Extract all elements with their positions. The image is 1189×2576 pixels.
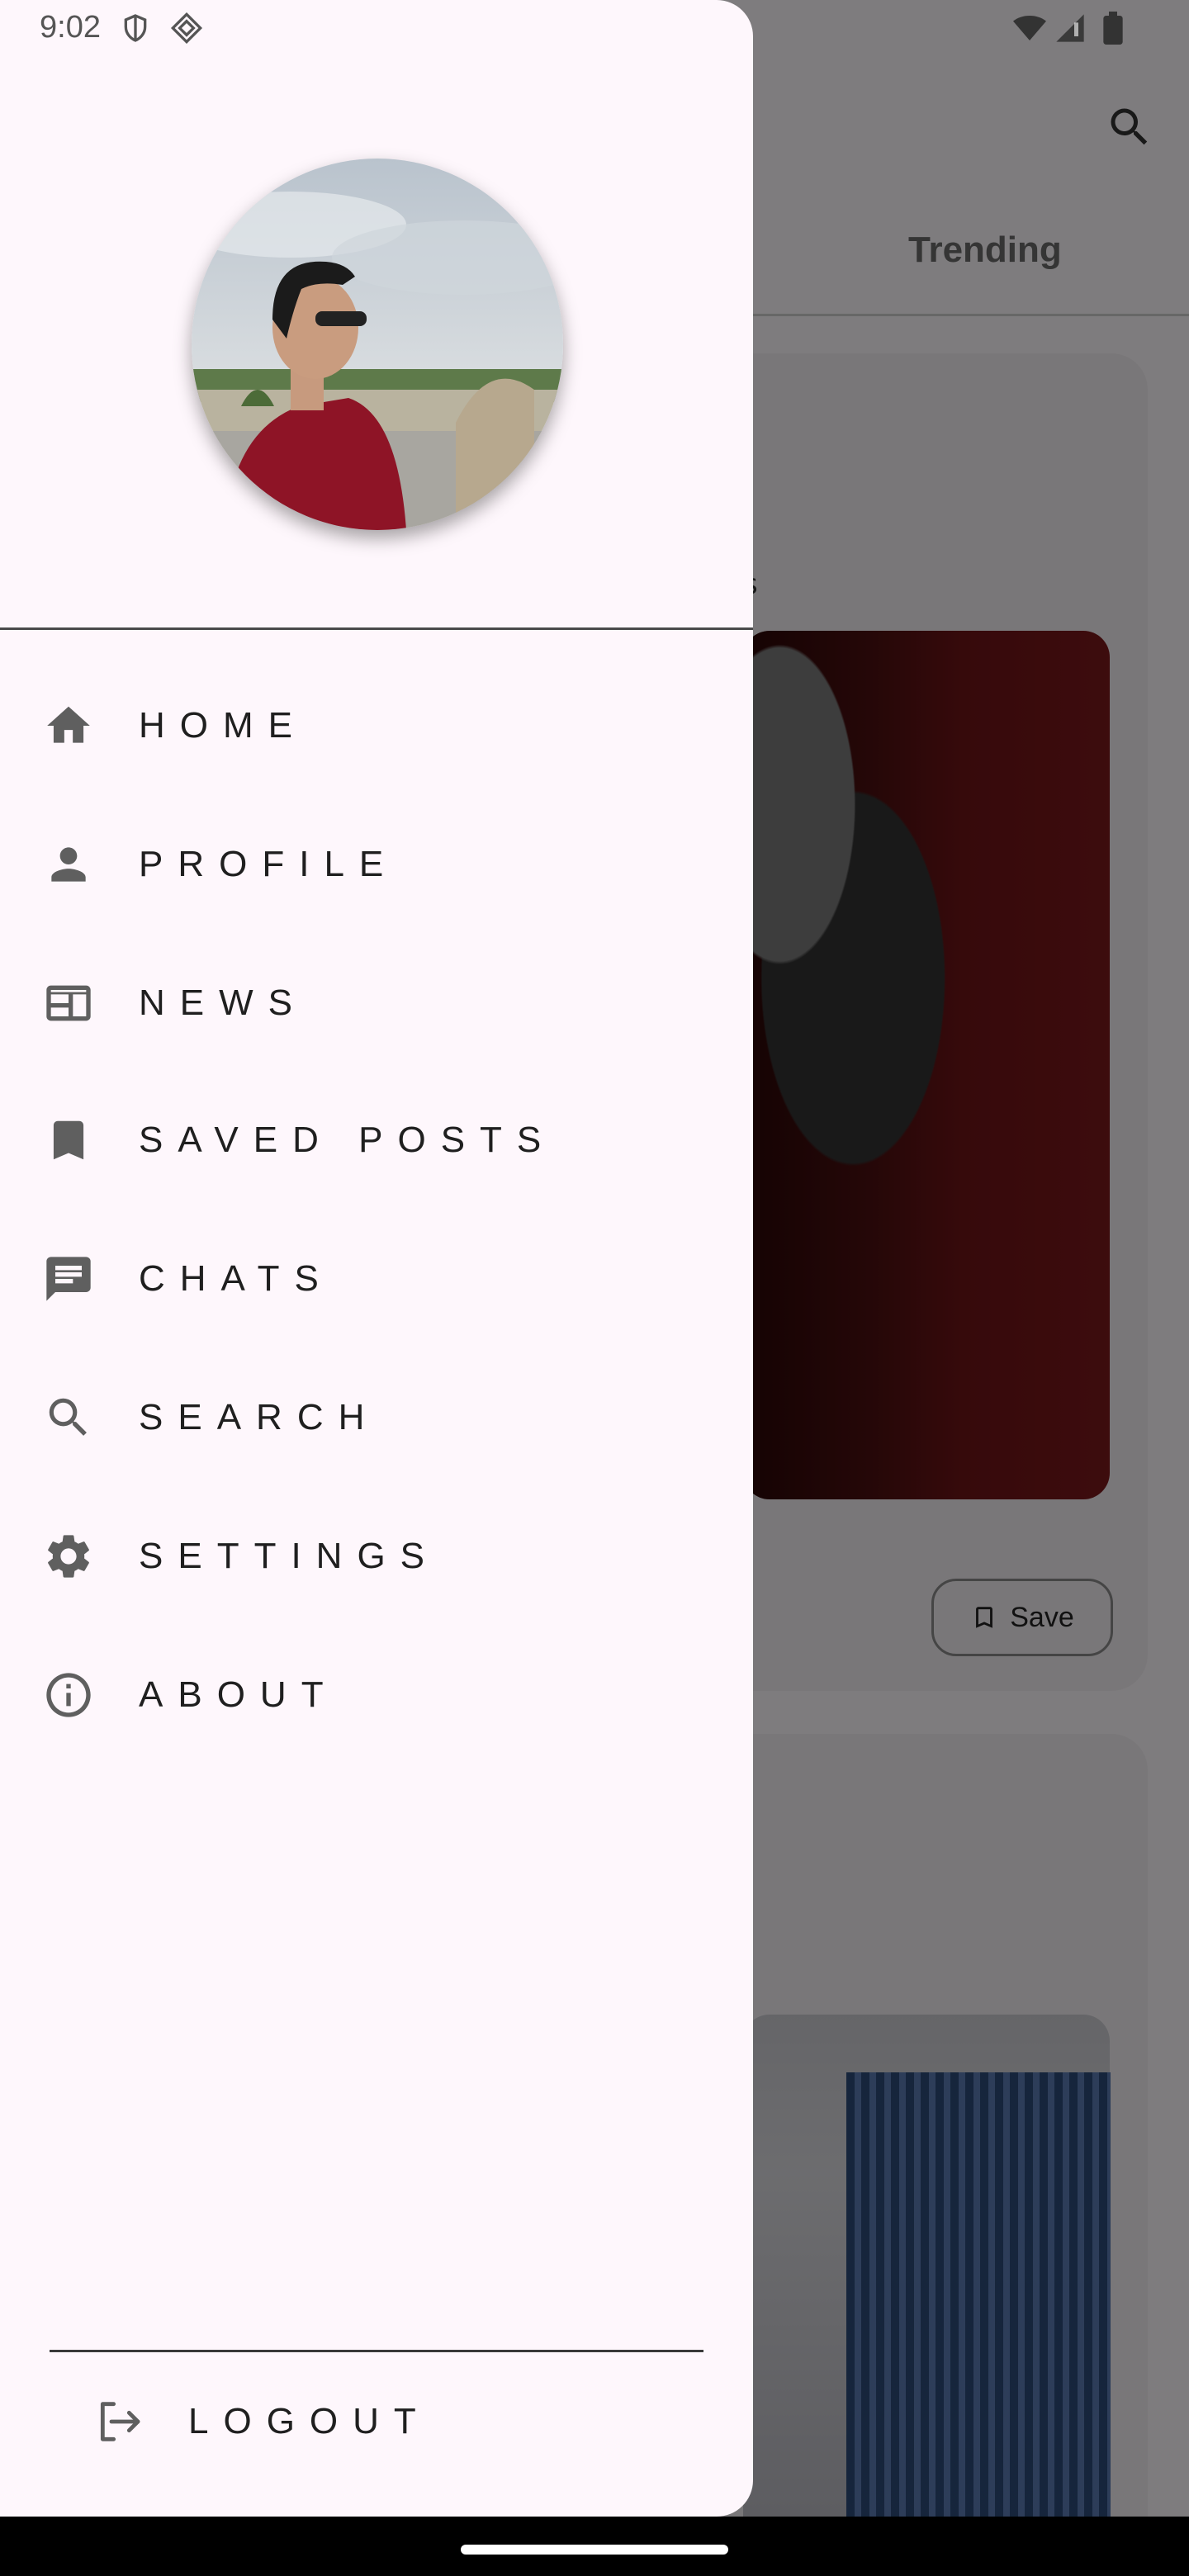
diamond-icon	[170, 12, 203, 48]
drawer-item-label: SEARCH	[139, 1397, 380, 1437]
drawer-item-settings[interactable]: SETTINGS	[0, 1494, 753, 1618]
header-divider	[0, 627, 753, 630]
logout-divider	[50, 2350, 703, 2352]
avatar[interactable]	[192, 159, 563, 530]
drawer-item-label: CHATS	[139, 1258, 334, 1299]
logout-label: LOGOUT	[188, 2401, 431, 2441]
bookmark-icon	[40, 1111, 97, 1169]
drawer-item-home[interactable]: HOME	[0, 664, 753, 788]
drawer-item-label: SETTINGS	[139, 1536, 440, 1576]
drawer-item-news[interactable]: NEWS	[0, 941, 753, 1065]
home-icon	[40, 697, 97, 755]
chat-icon	[40, 1250, 97, 1308]
drawer-item-label: NEWS	[139, 983, 307, 1023]
drawer-item-label: PROFILE	[139, 844, 399, 884]
drawer-item-saved-posts[interactable]: SAVED POSTS	[0, 1078, 753, 1202]
drawer-item-label: HOME	[139, 705, 307, 746]
status-bar: 9:02	[0, 0, 1189, 59]
drawer-item-profile[interactable]: PROFILE	[0, 803, 753, 926]
battery-icon	[1101, 12, 1125, 48]
shield-icon	[119, 12, 152, 48]
drawer-header	[0, 0, 753, 630]
logout-button[interactable]: LOGOUT	[0, 2360, 753, 2484]
signal-icon	[1054, 12, 1087, 48]
drawer-item-label: SAVED POSTS	[139, 1120, 557, 1160]
info-icon	[40, 1666, 97, 1724]
wifi-icon	[1011, 12, 1049, 48]
navigation-drawer: HOME PROFILE NEWS SAVED POSTS CHATS SEAR…	[0, 0, 753, 2517]
home-indicator[interactable]	[461, 2545, 728, 2555]
logout-icon	[89, 2393, 147, 2451]
person-icon	[40, 836, 97, 893]
drawer-item-about[interactable]: ABOUT	[0, 1633, 753, 1757]
drawer-item-chats[interactable]: CHATS	[0, 1217, 753, 1341]
status-time: 9:02	[40, 10, 101, 45]
drawer-item-search[interactable]: SEARCH	[0, 1356, 753, 1480]
newspaper-icon	[40, 974, 97, 1032]
gear-icon	[40, 1527, 97, 1585]
search-icon	[40, 1389, 97, 1447]
drawer-item-label: ABOUT	[139, 1674, 339, 1715]
